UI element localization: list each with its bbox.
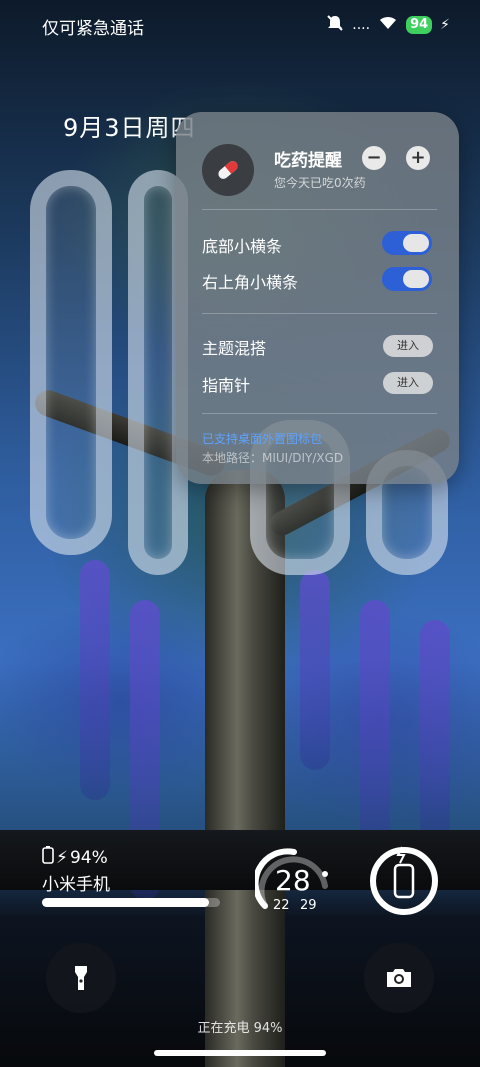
toggle-bottom-bar[interactable]	[382, 231, 432, 255]
medicine-reminder-card: 吃药提醒 您今天已吃0次药 − + 底部小横条 右上角小横条 主题混搭 进入 指…	[176, 112, 459, 484]
battery-progress-fill	[42, 898, 210, 907]
card-subtitle: 您今天已吃0次药	[274, 176, 366, 190]
plus-button[interactable]: +	[406, 146, 430, 170]
wisteria-cluster	[360, 600, 390, 860]
bolt-icon: ⚡	[440, 17, 450, 33]
phone-battery-status: ⚡ 94%	[42, 846, 108, 869]
battery-indicator: 94	[406, 16, 433, 34]
charging-status-text: 正在充电 94%	[197, 1021, 283, 1036]
carrier-text: 仅可紧急通话	[42, 19, 144, 39]
phone-battery-icon	[42, 846, 54, 869]
weather-widget[interactable]: 28 22 29	[255, 846, 333, 918]
device-name: 小米手机	[42, 875, 110, 895]
entry-label-theme-mix: 主题混搭	[202, 339, 267, 358]
toggle-label-top-right-bar: 右上角小横条	[202, 273, 299, 292]
flashlight-icon	[75, 966, 87, 990]
clock-digit	[30, 170, 112, 555]
battery-progress-bar	[42, 898, 220, 907]
home-indicator[interactable]	[154, 1050, 326, 1056]
minus-button[interactable]: −	[362, 146, 386, 170]
current-temperature: 28	[275, 864, 311, 897]
divider	[202, 313, 437, 314]
low-temperature: 22	[273, 898, 290, 913]
bolt-icon: ⚡	[56, 847, 68, 868]
pill-icon	[202, 144, 254, 196]
camera-button[interactable]	[364, 943, 434, 1013]
status-icons: .... 94 ⚡	[326, 14, 450, 36]
high-temperature: 29	[300, 898, 317, 913]
phone-icon	[393, 863, 415, 899]
signal-dots: ....	[352, 17, 371, 33]
wisteria-cluster	[300, 570, 330, 770]
local-path-text: 本地路径：MIUI/DIY/XGD	[202, 451, 344, 465]
wisteria-cluster	[420, 620, 450, 840]
mute-icon	[326, 14, 344, 36]
divider	[202, 209, 437, 210]
wifi-icon	[378, 15, 398, 35]
enter-button-theme-mix[interactable]: 进入	[383, 335, 433, 357]
icon-pack-link[interactable]: 已支持桌面外置图标包	[202, 430, 322, 447]
toggle-knob	[403, 270, 429, 288]
toggle-knob	[403, 234, 429, 252]
card-title: 吃药提醒	[274, 151, 342, 171]
battery-percent: 94%	[69, 847, 108, 868]
toggle-label-bottom-bar: 底部小横条	[202, 237, 283, 256]
toggle-top-right-bar[interactable]	[382, 267, 432, 291]
entry-label-compass: 指南针	[202, 376, 251, 395]
status-bar: 仅可紧急通话 .... 94 ⚡	[0, 0, 480, 48]
flashlight-button[interactable]	[46, 943, 116, 1013]
charging-ring-widget[interactable]	[368, 845, 440, 917]
enter-button-compass[interactable]: 进入	[383, 372, 433, 394]
wisteria-cluster	[80, 560, 110, 800]
camera-icon	[387, 969, 411, 987]
divider	[202, 413, 437, 414]
